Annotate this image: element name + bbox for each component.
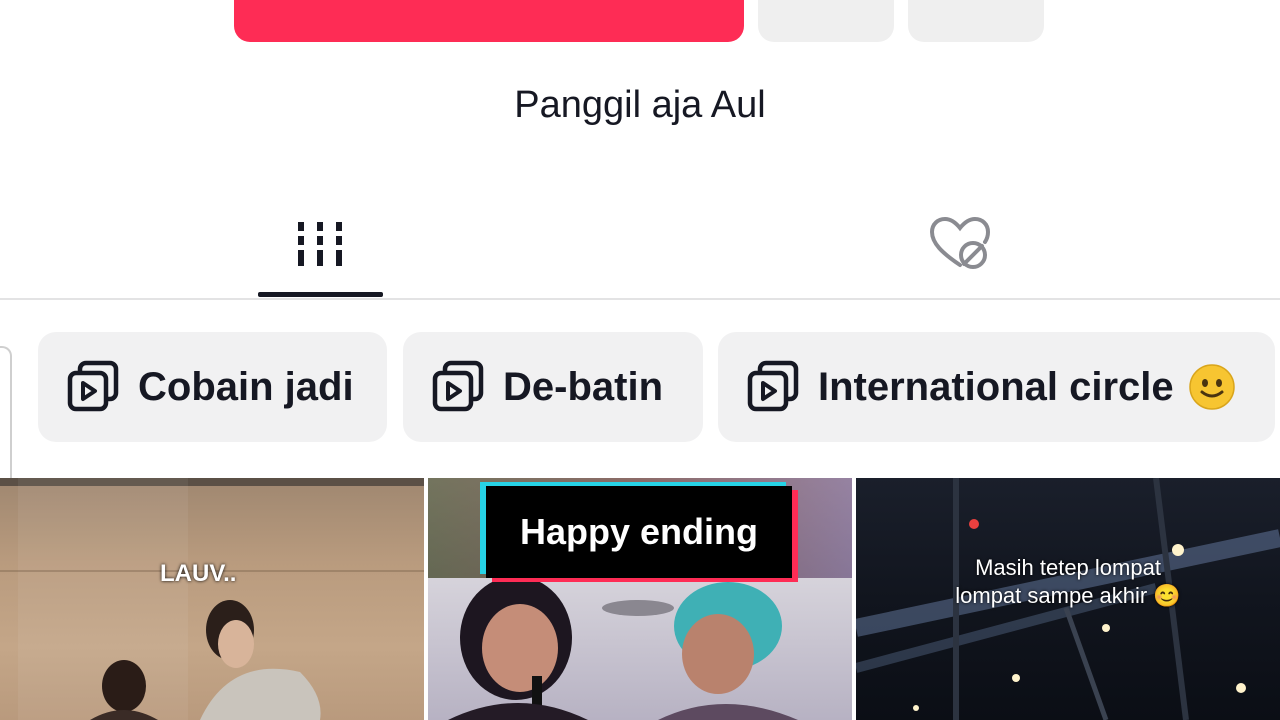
more-options-button[interactable] [908, 0, 1044, 42]
playlist-chip-cobain-jadi[interactable]: Cobain jadi [38, 332, 387, 442]
tab-liked[interactable] [898, 204, 1022, 284]
performers-silhouette [448, 576, 798, 720]
playlist-label: De-batin [503, 364, 663, 409]
video-thumbnail-3[interactable]: Masih tetep lompat lompat sampe akhir 😊 [856, 478, 1280, 720]
playlist-chip-de-batin[interactable]: De-batin [403, 332, 703, 442]
video-grid: LAUV.. Happy ending Masih tetep lompat l… [0, 478, 1280, 720]
people-silhouette [90, 600, 321, 720]
scroll-edge [0, 346, 12, 490]
profile-bio: Panggil aja Aul [514, 84, 766, 126]
video-thumbnail-1[interactable]: LAUV.. [0, 478, 424, 720]
profile-tab-bar [0, 190, 1280, 300]
video-overlay-text: LAUV.. [160, 560, 237, 587]
tab-videos[interactable] [258, 204, 382, 284]
smiley-emoji-icon [1188, 364, 1235, 410]
playlist-label: International circle [818, 364, 1174, 409]
message-button[interactable] [758, 0, 894, 42]
video-overlay-text: Happy ending [486, 486, 792, 578]
grid-icon [298, 222, 342, 266]
heart-hidden-icon [929, 216, 991, 269]
follow-button[interactable] [234, 0, 744, 42]
playlist-row: Cobain jadi De-batin International circl… [0, 316, 1280, 490]
active-tab-indicator [258, 292, 383, 297]
overlay-line: Masih tetep lompat [975, 555, 1161, 580]
playlist-icon [747, 360, 799, 412]
playlist-icon [67, 360, 119, 412]
video-overlay-text: Masih tetep lompat lompat sampe akhir 😊 [856, 554, 1280, 610]
video-thumbnail-2[interactable]: Happy ending [428, 478, 852, 720]
playlist-label: Cobain jadi [138, 364, 354, 409]
overlay-line: lompat sampe akhir 😊 [955, 583, 1181, 608]
playlist-chip-international-circle[interactable]: International circle [718, 332, 1275, 442]
playlist-icon [432, 360, 484, 412]
